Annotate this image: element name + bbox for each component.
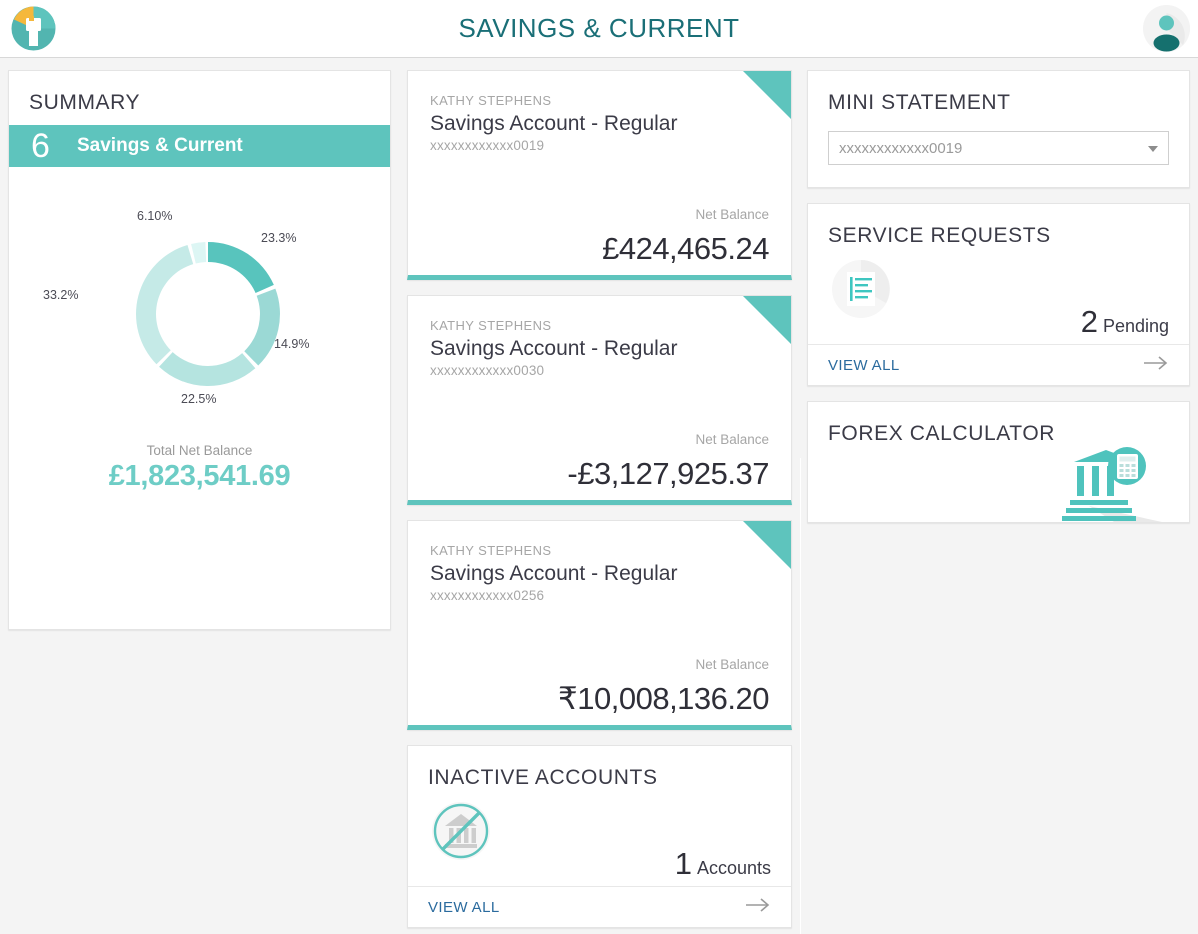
inactive-accounts-metric: 1 Accounts <box>675 846 771 882</box>
document-lines-icon <box>830 258 892 320</box>
account-name: Savings Account - Regular <box>430 112 678 135</box>
account-holder: KATHY STEPHENS <box>430 543 552 558</box>
donut-segment-5 <box>191 242 207 264</box>
service-requests-unit: Pending <box>1102 316 1169 336</box>
total-net-balance-label: Total Net Balance <box>146 443 253 458</box>
chevron-down-icon <box>1148 146 1158 152</box>
service-requests-view-all[interactable]: VIEW ALL <box>808 344 1189 385</box>
net-balance-value: £424,465.24 <box>602 231 769 266</box>
service-requests-body: 2 Pending <box>808 258 1189 344</box>
arrow-right-icon <box>745 897 771 918</box>
donut-label-1: 23.3% <box>261 231 297 245</box>
account-holder: KATHY STEPHENS <box>430 93 552 108</box>
accounts-column: KATHY STEPHENS Savings Account - Regular… <box>407 70 792 934</box>
net-balance-label: Net Balance <box>695 207 769 222</box>
summary-row-savings-current[interactable]: 6 Savings & Current <box>9 125 390 167</box>
bank-logo-icon[interactable] <box>8 3 59 54</box>
bank-calculator-icon <box>1034 444 1169 522</box>
account-number: xxxxxxxxxxxx0019 <box>430 138 545 153</box>
net-balance-value: ₹10,008,136.20 <box>558 681 769 716</box>
donut-segment-3 <box>159 352 256 386</box>
left-column: SUMMARY 6 Savings & Current 23.3% 14.9% … <box>8 70 391 630</box>
card-corner-flag-icon <box>743 296 791 344</box>
summary-title: SUMMARY <box>29 91 141 114</box>
net-balance-value: -£3,127,925.37 <box>567 456 769 491</box>
card-corner-flag-icon <box>743 521 791 569</box>
net-balance-label: Net Balance <box>695 657 769 672</box>
page-content: SUMMARY 6 Savings & Current 23.3% 14.9% … <box>0 58 1198 934</box>
donut-segment-4 <box>136 244 194 365</box>
arrow-right-icon <box>1143 355 1169 376</box>
donut-label-2: 14.9% <box>274 337 310 351</box>
view-all-label: VIEW ALL <box>428 898 500 916</box>
donut-segment-2 <box>244 288 280 366</box>
view-all-label: VIEW ALL <box>828 356 900 374</box>
column-divider <box>800 458 801 934</box>
inactive-accounts-count: 1 <box>674 846 692 881</box>
account-card[interactable]: KATHY STEPHENS Savings Account - Regular… <box>407 70 792 280</box>
total-net-balance: Total Net Balance £1,823,541.69 <box>9 443 390 493</box>
donut-label-4: 33.2% <box>43 288 79 302</box>
account-holder: KATHY STEPHENS <box>430 318 552 333</box>
account-card[interactable]: KATHY STEPHENS Savings Account - Regular… <box>407 295 792 505</box>
bank-disabled-icon <box>430 800 492 862</box>
service-requests-card: SERVICE REQUESTS 2 Pending VIEW ALL <box>807 203 1190 386</box>
inactive-accounts-body: 1 Accounts <box>408 800 791 886</box>
account-name: Savings Account - Regular <box>430 562 678 585</box>
inactive-accounts-card: INACTIVE ACCOUNTS 1 Accounts VIEW ALL <box>407 745 792 928</box>
service-requests-title: SERVICE REQUESTS <box>828 224 1051 247</box>
right-column: MINI STATEMENT xxxxxxxxxxxx0019 SERVICE … <box>807 70 1190 538</box>
total-net-balance-value: £1,823,541.69 <box>108 460 291 492</box>
summary-count: 6 <box>31 127 50 165</box>
mini-statement-card: MINI STATEMENT xxxxxxxxxxxx0019 <box>807 70 1190 188</box>
inactive-accounts-unit: Accounts <box>696 858 771 878</box>
net-balance-label: Net Balance <box>695 432 769 447</box>
mini-statement-body: xxxxxxxxxxxx0019 <box>808 125 1189 187</box>
account-card[interactable]: KATHY STEPHENS Savings Account - Regular… <box>407 520 792 730</box>
service-requests-count: 2 <box>1080 304 1098 339</box>
account-number: xxxxxxxxxxxx0256 <box>430 588 545 603</box>
mini-statement-selected-value: xxxxxxxxxxxx0019 <box>839 139 963 157</box>
donut-label-5: 6.10% <box>137 209 173 223</box>
top-bar: SAVINGS & CURRENT <box>0 0 1198 58</box>
mini-statement-account-select[interactable]: xxxxxxxxxxxx0019 <box>828 131 1169 165</box>
inactive-accounts-title: INACTIVE ACCOUNTS <box>428 766 658 789</box>
account-name: Savings Account - Regular <box>430 337 678 360</box>
net-balance-donut-chart: 23.3% 14.9% 22.5% 33.2% 6.10% <box>9 189 392 439</box>
donut-segment-1 <box>208 242 274 293</box>
mini-statement-title: MINI STATEMENT <box>828 91 1011 114</box>
forex-calculator-card[interactable]: FOREX CALCULATOR <box>807 401 1190 523</box>
summary-label: Savings & Current <box>77 135 243 156</box>
card-corner-flag-icon <box>743 71 791 119</box>
page-title: SAVINGS & CURRENT <box>458 13 740 43</box>
user-avatar-icon[interactable] <box>1143 5 1190 52</box>
donut-label-3: 22.5% <box>181 392 217 406</box>
inactive-accounts-view-all[interactable]: VIEW ALL <box>408 886 791 927</box>
account-number: xxxxxxxxxxxx0030 <box>430 363 545 378</box>
service-requests-metric: 2 Pending <box>1081 304 1169 340</box>
summary-card: SUMMARY 6 Savings & Current 23.3% 14.9% … <box>8 70 391 630</box>
